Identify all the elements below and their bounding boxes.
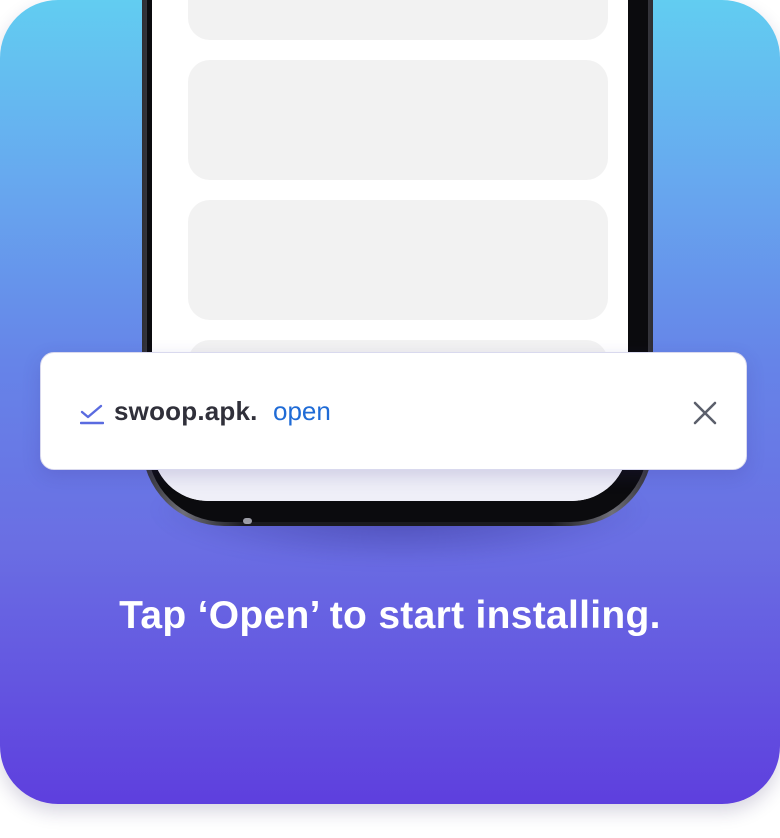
- instruction-caption: Tap ‘Open’ to start installing.: [119, 594, 661, 637]
- download-check-icon: [80, 404, 104, 425]
- promo-card: swoop.apk. open Tap ‘Open’ to start inst…: [0, 0, 780, 804]
- phone-indicator: [243, 518, 252, 524]
- open-link[interactable]: open: [273, 396, 331, 427]
- placeholder-card: [188, 0, 608, 40]
- download-filename: swoop.apk.: [114, 396, 258, 426]
- placeholder-card: [188, 200, 608, 320]
- close-icon[interactable]: [692, 400, 718, 426]
- placeholder-card: [188, 60, 608, 180]
